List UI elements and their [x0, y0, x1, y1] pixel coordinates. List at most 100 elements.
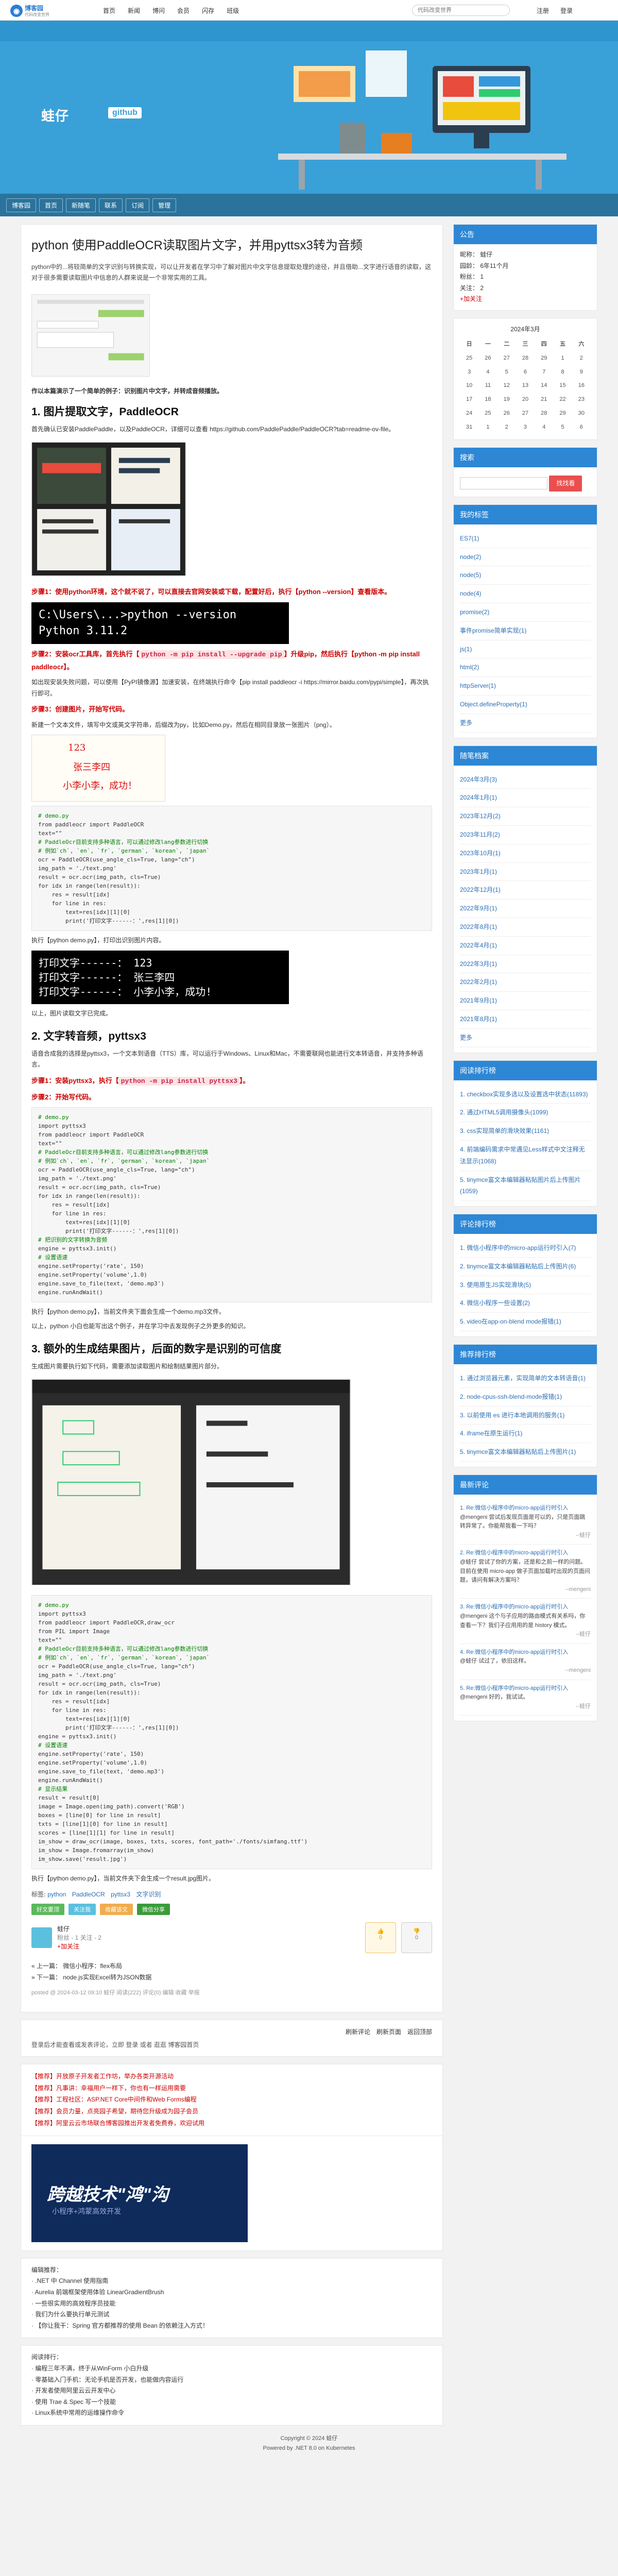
calendar-day[interactable]: 12: [497, 379, 516, 393]
archive-item[interactable]: 2024年3月(3): [460, 771, 591, 789]
read-ranking-item[interactable]: · 开发者使用阿里云云开发中心: [31, 2385, 432, 2397]
calendar-day[interactable]: 11: [478, 379, 497, 393]
comment-rank-item[interactable]: 5. video在app-on-blend mode报错(1): [460, 1313, 591, 1332]
calendar-day[interactable]: 9: [572, 365, 591, 379]
calendar-day[interactable]: 7: [535, 365, 553, 379]
code-block-2[interactable]: # demo.py import pyttsx3 from paddleocr im…: [31, 1107, 432, 1303]
nav-item-home[interactable]: 首页: [103, 6, 115, 15]
comment-rank-item[interactable]: 2. tinymce富文本编辑器粘贴后上传图片(6): [460, 1258, 591, 1276]
calendar-day[interactable]: 28: [516, 351, 535, 365]
read-ranking-item[interactable]: · 零基础入门手机：无论手机是否开发，也能做内容运行: [31, 2375, 432, 2386]
refresh-page[interactable]: 刷新页面: [376, 2027, 401, 2036]
calendar-day[interactable]: 2: [572, 351, 591, 365]
promo-link[interactable]: 【推荐】工程社区：ASP.NET Core中间件和Web Forms编程: [31, 2094, 432, 2106]
prev-post-link[interactable]: « 上一篇： 微信小程序：flex布局: [31, 1960, 432, 1972]
calendar-day[interactable]: 27: [497, 351, 516, 365]
calendar-day[interactable]: 6: [572, 420, 591, 434]
blog-nav-cnblogs[interactable]: 博客园: [6, 198, 37, 212]
archive-item[interactable]: 2023年1月(1): [460, 863, 591, 882]
site-logo[interactable]: ◉ 博客园 代码改变世界: [10, 4, 49, 18]
blog-search-input[interactable]: [460, 477, 547, 489]
blog-nav-contact[interactable]: 联系: [99, 198, 123, 212]
calendar-day[interactable]: 29: [553, 406, 572, 420]
read-ranking-item[interactable]: · Linux系统中常用的运维操作命令: [31, 2408, 432, 2419]
comment-title[interactable]: 4. Re:微信小程序中的micro-app运行时引入: [460, 1648, 591, 1657]
nav-item-news[interactable]: 新闻: [128, 6, 140, 15]
calendar-day[interactable]: 10: [460, 379, 478, 393]
editor-pick-item[interactable]: · .NET 中 Channel 使用指南: [31, 2276, 432, 2287]
site-search-input[interactable]: [412, 5, 510, 16]
code-block-1[interactable]: # demo.py from paddleocr import PaddleOCR…: [31, 806, 432, 931]
archive-item[interactable]: 2022年9月(1): [460, 900, 591, 918]
comment-title[interactable]: 3. Re:微信小程序中的micro-app运行时引入: [460, 1603, 591, 1612]
calendar-day[interactable]: 26: [478, 351, 497, 365]
calendar-day[interactable]: 6: [516, 365, 535, 379]
calendar-day[interactable]: 3: [460, 365, 478, 379]
calendar-day[interactable]: 20: [516, 393, 535, 406]
calendar-day[interactable]: 1: [553, 351, 572, 365]
author-name[interactable]: 蛙仔: [57, 1924, 101, 1933]
read-ranking-item[interactable]: · 使用 Trae & Spec 写一个技能: [31, 2397, 432, 2408]
calendar-day[interactable]: 27: [516, 406, 535, 420]
nav-item-q[interactable]: 博问: [152, 6, 165, 15]
calendar-day[interactable]: 5: [497, 365, 516, 379]
calendar-day[interactable]: 8: [553, 365, 572, 379]
archive-item[interactable]: 2023年12月(2): [460, 807, 591, 826]
comment-rank-item[interactable]: 3. 使用原生JS实现滑块(5): [460, 1276, 591, 1295]
calendar-day[interactable]: 21: [535, 393, 553, 406]
calendar-day[interactable]: 30: [572, 406, 591, 420]
archive-item[interactable]: 2021年8月(1): [460, 1010, 591, 1029]
notice-add-follow[interactable]: +加关注: [460, 294, 591, 305]
sidebar-tag-item[interactable]: node(4): [460, 585, 591, 603]
editor-pick-item[interactable]: · 一些很实用的高效程序员技能: [31, 2298, 432, 2310]
read-rank-item[interactable]: 3. css实现简单的滑块效果(1161): [460, 1122, 591, 1141]
search-button[interactable]: 找找看: [549, 476, 582, 492]
comment-title[interactable]: 1. Re:微信小程序中的micro-app运行时引入: [460, 1504, 591, 1513]
calendar-day[interactable]: 15: [553, 379, 572, 393]
calendar-day[interactable]: 1: [478, 420, 497, 434]
login-link[interactable]: 登录: [560, 6, 573, 15]
promo-link[interactable]: 【推荐】开放原子开发者工作坊，举办各类开源活动: [31, 2071, 432, 2082]
calendar-day[interactable]: 25: [478, 406, 497, 420]
sidebar-tag-item[interactable]: Object.defineProperty(1): [460, 696, 591, 714]
calendar-day[interactable]: 4: [478, 365, 497, 379]
sidebar-tag-item[interactable]: node(2): [460, 548, 591, 567]
refresh-comments[interactable]: 刷新评论: [346, 2027, 370, 2036]
code-block-3[interactable]: # demo.py import pyttsx3 from paddleocr im…: [31, 1595, 432, 1870]
sidebar-tag-item[interactable]: js(1): [460, 640, 591, 659]
archive-item[interactable]: 2022年3月(1): [460, 955, 591, 974]
promo-link[interactable]: 【推荐】会员力量，点亮园子希望，期待您升级成为园子会员: [31, 2106, 432, 2117]
recommend-rank-item[interactable]: 5. tinymce富文本编辑器粘贴后上传图片(1): [460, 1443, 591, 1462]
read-rank-item[interactable]: 4. 前端编码需求中常遇见Less样式中文注释无法显示(1068): [460, 1141, 591, 1171]
comment-title[interactable]: 5. Re:微信小程序中的micro-app运行时引入: [460, 1684, 591, 1693]
calendar-day[interactable]: 25: [460, 351, 478, 365]
tag-paddleocr[interactable]: PaddleOCR: [72, 1891, 105, 1898]
next-post-link[interactable]: » 下一篇： node.js实现Excel转为JSON数据: [31, 1972, 432, 1983]
comment-title[interactable]: 2. Re:微信小程序中的micro-app运行时引入: [460, 1549, 591, 1558]
recommend-rank-item[interactable]: 4. iframe在原生运行(1): [460, 1425, 591, 1444]
calendar-day[interactable]: 29: [535, 351, 553, 365]
calendar-day[interactable]: 28: [535, 406, 553, 420]
register-link[interactable]: 注册: [537, 6, 549, 15]
read-rank-item[interactable]: 1. checkbox实现多选以及设置选中状态(11893): [460, 1086, 591, 1104]
calendar-day[interactable]: 17: [460, 393, 478, 406]
sidebar-tag-item[interactable]: html(2): [460, 658, 591, 677]
archive-item[interactable]: 更多: [460, 1029, 591, 1047]
calendar-day[interactable]: 24: [460, 406, 478, 420]
archive-item[interactable]: 2024年1月(1): [460, 789, 591, 808]
wechat-share-button[interactable]: 微信分享: [137, 1903, 170, 1915]
sidebar-tag-item[interactable]: 更多: [460, 714, 591, 733]
back-to-top[interactable]: 返回顶部: [407, 2027, 432, 2036]
follow-me-button[interactable]: 关注我: [68, 1903, 96, 1915]
archive-item[interactable]: 2022年8月(1): [460, 918, 591, 937]
recommend-rank-item[interactable]: 2. node-cpus-ssh-blend-mode报错(1): [460, 1388, 591, 1406]
calendar-day[interactable]: 18: [478, 393, 497, 406]
tag-python[interactable]: python: [47, 1891, 66, 1898]
calendar-day[interactable]: 31: [460, 420, 478, 434]
recommend-button[interactable]: 好文要顶: [31, 1903, 64, 1915]
post-title[interactable]: python 使用PaddleOCR读取图片文字，并用pyttsx3转为音频: [31, 237, 432, 255]
recommend-rank-item[interactable]: 1. 通过浏览器元素，实现简单的文本转语音(1): [460, 1369, 591, 1388]
tag-ocr[interactable]: 文字识别: [136, 1891, 161, 1898]
archive-item[interactable]: 2022年12月(1): [460, 881, 591, 900]
sidebar-tag-item[interactable]: promise(2): [460, 603, 591, 622]
